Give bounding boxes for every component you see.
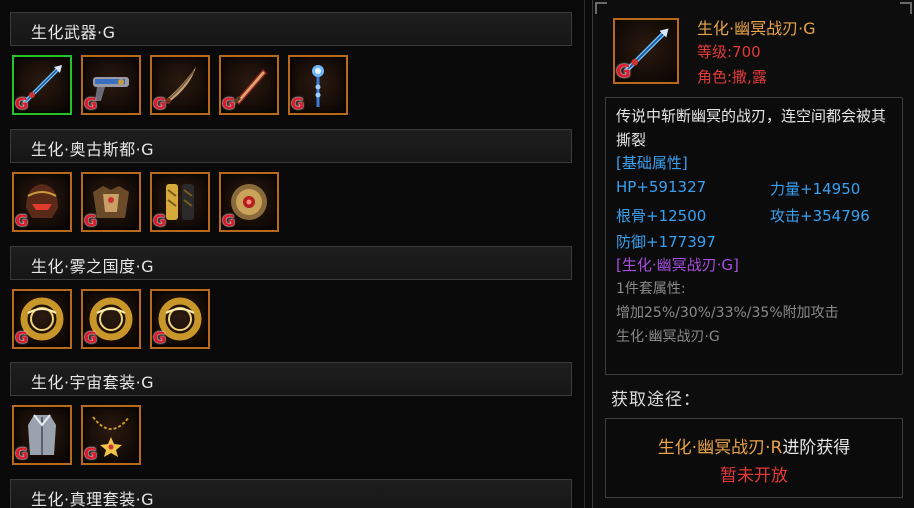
grade-badge: G bbox=[15, 328, 29, 347]
set-name: [生化·幽冥战刃·G] bbox=[616, 256, 739, 274]
section-title: 生化·宇宙套装·G bbox=[31, 373, 155, 392]
grade-badge: G bbox=[15, 94, 29, 113]
grade-badge: G bbox=[153, 328, 167, 347]
item-slot[interactable]: G bbox=[12, 405, 72, 465]
item-detail-panel: G 生化·幽冥战刃·G 等级:700 角色:撒,露 传说中斩断幽冥的战刃，连空间… bbox=[592, 0, 914, 508]
grade-badge: G bbox=[84, 211, 98, 230]
item-row-augustus: G G G G bbox=[12, 172, 279, 234]
section-title: 生化·奥古斯都·G bbox=[31, 140, 155, 159]
panel-corner bbox=[900, 2, 912, 14]
section-title: 生化·雾之国度·G bbox=[31, 257, 155, 276]
stat-defense: 防御+177397 bbox=[616, 233, 716, 251]
item-slot[interactable]: G bbox=[288, 55, 348, 115]
acquire-label: 获取途径： bbox=[611, 390, 701, 410]
item-slot[interactable]: G bbox=[150, 172, 210, 232]
item-detail-icon: G bbox=[613, 18, 679, 84]
item-level: 等级:700 bbox=[697, 43, 761, 61]
item-slot[interactable]: G bbox=[12, 289, 72, 349]
item-row-weapons: G G G G G bbox=[12, 55, 348, 117]
item-row-cosmos: G G bbox=[12, 405, 141, 467]
set-member-item: 生化·幽冥战刃·G bbox=[616, 329, 720, 345]
stat-strength: 力量+14950 bbox=[770, 180, 861, 198]
section-header-cosmos[interactable]: 生化·宇宙套装·G bbox=[10, 362, 572, 396]
stat-hp: HP+591327 bbox=[616, 178, 707, 196]
item-row-mist: G G G bbox=[12, 289, 210, 351]
acquire-status: 暂未开放 bbox=[720, 466, 788, 486]
acquire-source-item: 生化·幽冥战刃·R bbox=[657, 438, 783, 458]
acquire-source-suffix: 进阶获得 bbox=[782, 438, 851, 458]
set-bonus-effect: 增加25%/30%/33%/35%附加攻击 bbox=[616, 305, 839, 321]
set-bonus-count: 1件套属性: bbox=[616, 281, 686, 297]
section-header-mist[interactable]: 生化·雾之国度·G bbox=[10, 246, 572, 280]
acquire-source: 生化·幽冥战刃·R进阶获得 bbox=[606, 433, 902, 458]
item-slot[interactable]: G bbox=[81, 55, 141, 115]
item-description-box: 传说中斩断幽冥的战刃，连空间都会被其撕裂 [基础属性] HP+591327 力量… bbox=[605, 97, 903, 375]
section-header-truth[interactable]: 生化·真理套装·G bbox=[10, 479, 572, 508]
section-header-augustus[interactable]: 生化·奥古斯都·G bbox=[10, 129, 572, 163]
grade-badge: G bbox=[84, 328, 98, 347]
base-attributes-title: [基础属性] bbox=[616, 154, 688, 172]
item-slot[interactable]: G bbox=[219, 55, 279, 115]
grade-badge: G bbox=[222, 211, 236, 230]
grade-badge: G bbox=[616, 61, 631, 82]
grade-badge: G bbox=[84, 444, 98, 463]
section-title: 生化武器·G bbox=[31, 23, 116, 42]
acquire-box: 生化·幽冥战刃·R进阶获得 暂未开放 bbox=[605, 418, 903, 498]
item-name: 生化·幽冥战刃·G bbox=[697, 19, 816, 38]
item-slot[interactable]: G bbox=[81, 405, 141, 465]
equipment-screen: 生化武器·G G G G G G 生化·奥古斯都·G G G G G 生化·雾之… bbox=[0, 0, 914, 508]
section-title: 生化·真理套装·G bbox=[31, 490, 155, 508]
grade-badge: G bbox=[84, 94, 98, 113]
grade-badge: G bbox=[291, 94, 305, 113]
item-role: 角色:撒,露 bbox=[697, 68, 767, 86]
equipment-list-panel[interactable]: 生化武器·G G G G G G 生化·奥古斯都·G G G G G 生化·雾之… bbox=[0, 0, 585, 508]
item-slot[interactable]: G bbox=[150, 289, 210, 349]
item-slot[interactable]: G bbox=[81, 289, 141, 349]
grade-badge: G bbox=[15, 444, 29, 463]
item-slot[interactable]: G bbox=[81, 172, 141, 232]
stat-attack: 攻击+354796 bbox=[770, 207, 870, 225]
section-header-weapons[interactable]: 生化武器·G bbox=[10, 12, 572, 46]
grade-badge: G bbox=[153, 94, 167, 113]
grade-badge: G bbox=[153, 211, 167, 230]
grade-badge: G bbox=[222, 94, 236, 113]
item-slot[interactable]: G bbox=[219, 172, 279, 232]
stat-constitution: 根骨+12500 bbox=[616, 207, 707, 225]
grade-badge: G bbox=[15, 211, 29, 230]
panel-corner bbox=[595, 2, 607, 14]
item-slot[interactable]: G bbox=[150, 55, 210, 115]
item-slot[interactable]: G bbox=[12, 172, 72, 232]
item-description: 传说中斩断幽冥的战刃，连空间都会被其撕裂 bbox=[616, 107, 887, 149]
item-slot[interactable]: G bbox=[12, 55, 72, 115]
